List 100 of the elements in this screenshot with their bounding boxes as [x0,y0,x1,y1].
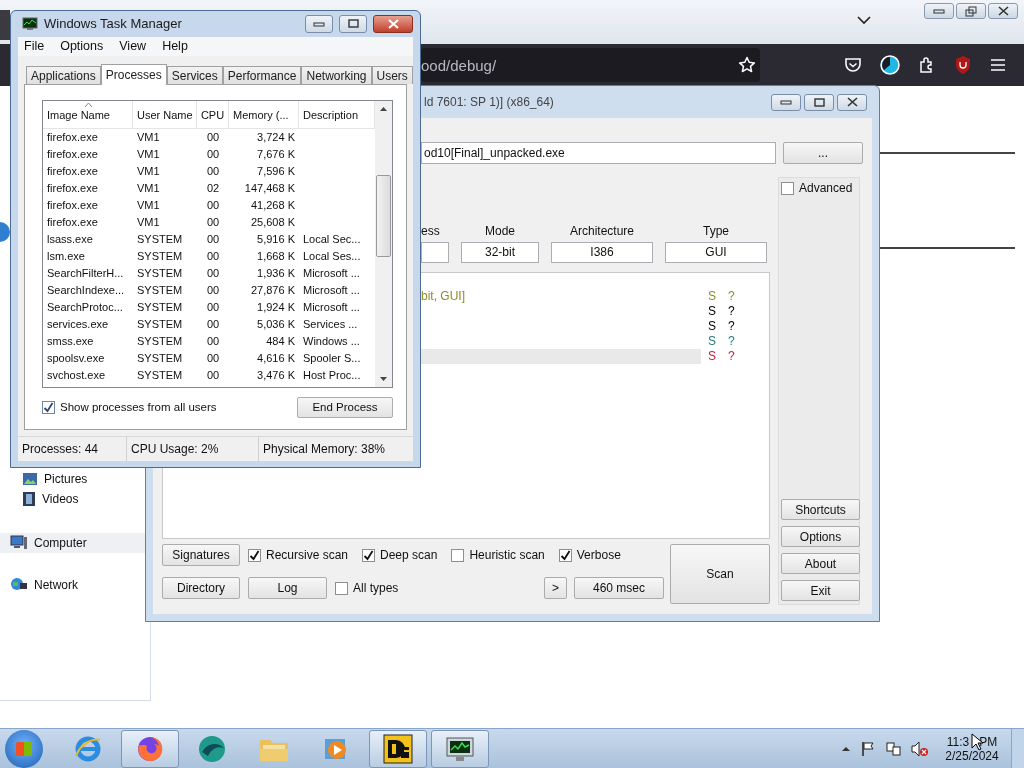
side-button[interactable]: Exit [781,580,860,601]
expand-button[interactable]: > [544,577,567,599]
restore-button[interactable] [956,3,986,19]
clock[interactable]: 11:3 PM 2/25/2024 [943,734,1001,763]
directory-button[interactable]: Directory [162,577,240,599]
table-cell-text: SYSTEM [136,317,184,332]
pocket-icon[interactable] [844,57,862,73]
menu-item[interactable]: Help [162,39,188,54]
status-letter[interactable]: S [701,349,728,364]
close-button[interactable] [373,14,413,33]
navigation-item[interactable]: Pictures [0,469,145,489]
elapsed-time-button[interactable]: 460 msec [574,577,664,599]
scrollbar[interactable] [375,101,392,387]
maximize-icon [347,19,359,29]
column-header[interactable]: CPU [197,101,229,128]
menu-item[interactable]: View [119,39,147,54]
tab[interactable]: Services [166,66,223,84]
volume-muted-icon[interactable] [911,740,929,757]
address-bar[interactable]: ood/debug/ [421,48,760,82]
info-mark[interactable]: ? [728,349,769,364]
all-types-checkbox[interactable]: All types [335,581,399,595]
navigation-item[interactable]: Computer [0,533,145,553]
log-button[interactable]: Log [248,577,327,599]
side-button[interactable]: Shortcuts [781,499,860,520]
table-cell-text: 00 [205,300,221,315]
table-cell-text: SYSTEM [136,266,184,281]
option-checkbox[interactable]: Recursive scan [248,548,349,562]
tab[interactable]: Performance [222,66,302,84]
navigation-item[interactable]: Network [0,575,145,595]
info-mark[interactable]: ? [728,319,769,334]
end-process-button[interactable]: End Process [297,396,393,418]
column-header[interactable]: Image Name [43,101,133,128]
file-path-field[interactable]: od10[Final]_unpacked.exe [421,142,776,164]
network-status-icon[interactable] [885,740,901,757]
info-field: 32-bit [461,242,539,263]
checkmark-icon [249,549,260,561]
scroll-down-icon[interactable] [380,377,387,381]
table-cell-text: 00 [205,215,221,230]
info-mark[interactable]: ? [728,304,769,319]
tab[interactable]: Users [371,66,413,84]
browse-button[interactable]: ... [783,142,863,164]
menu-item[interactable]: File [24,39,45,54]
minimize-button[interactable] [305,14,333,33]
sort-up-icon [85,103,92,107]
menu-item[interactable]: Options [60,39,104,54]
minimize-icon [313,20,325,27]
table-cell-text: 147,468 K [243,181,296,196]
tab[interactable]: Applications [26,66,101,84]
taskbar-button[interactable] [369,729,427,768]
taskbar-button[interactable] [431,729,489,768]
status-letter[interactable]: S [701,304,728,319]
status-letter[interactable]: S [701,319,728,334]
maximize-button[interactable] [804,93,834,111]
show-hidden-icons[interactable] [841,745,851,752]
minimize-button[interactable] [924,3,954,19]
table-cell-text: SYSTEM [136,283,184,298]
status-letter[interactable]: S [701,334,728,349]
option-checkbox[interactable]: Heuristic scan [451,548,545,562]
table-cell-text: Spooler S... [302,351,362,366]
info-mark[interactable]: ? [728,289,769,304]
side-button[interactable]: About [781,553,860,574]
table-cell-text: SYSTEM [136,368,184,383]
scan-button[interactable]: Scan [670,544,770,604]
window-title: Windows Task Manager [44,16,182,32]
close-button[interactable] [988,3,1018,19]
status-letter[interactable]: S [701,289,728,304]
chevron-down-icon[interactable] [857,16,871,25]
tab[interactable]: Processes [100,64,167,85]
scrollbar-thumb[interactable] [376,175,391,257]
navigation-item[interactable]: Videos [0,489,145,509]
shield-icon[interactable] [954,55,972,75]
scroll-up-icon[interactable] [380,107,387,111]
star-icon[interactable] [738,56,756,74]
advanced-checkbox[interactable]: Advanced [781,181,858,195]
clock-meridiem: PM [979,734,998,749]
minimize-button[interactable] [771,93,801,111]
table-cell-text: 1,668 K [256,249,296,264]
tab-edge [0,10,10,40]
timer-icon[interactable] [880,55,900,75]
column-header[interactable]: User Name [133,101,197,128]
start-button[interactable] [5,729,43,768]
close-button[interactable] [837,93,867,111]
table-cell-text: 5,036 K [256,317,296,332]
tab[interactable]: Networking [301,66,372,84]
flag-icon[interactable] [861,740,875,757]
table-cell-text: VM1 [136,181,161,196]
back-button[interactable] [0,222,10,242]
table-cell-text: lsm.exe [46,249,86,264]
picture-icon [22,472,38,486]
signatures-button[interactable]: Signatures [162,544,240,566]
side-button[interactable]: Options [781,526,860,547]
column-header[interactable]: Memory (... [229,101,299,128]
table-cell-text: VM1 [136,198,161,213]
column-header-label: Image Name [47,108,110,121]
maximize-button[interactable] [339,14,367,33]
option-checkbox[interactable]: Deep scan [362,548,438,562]
info-mark[interactable]: ? [728,334,769,349]
menu-icon[interactable] [990,58,1006,72]
option-checkbox[interactable]: Verbose [558,548,621,562]
show-all-checkbox[interactable]: Show processes from all users [42,400,217,414]
